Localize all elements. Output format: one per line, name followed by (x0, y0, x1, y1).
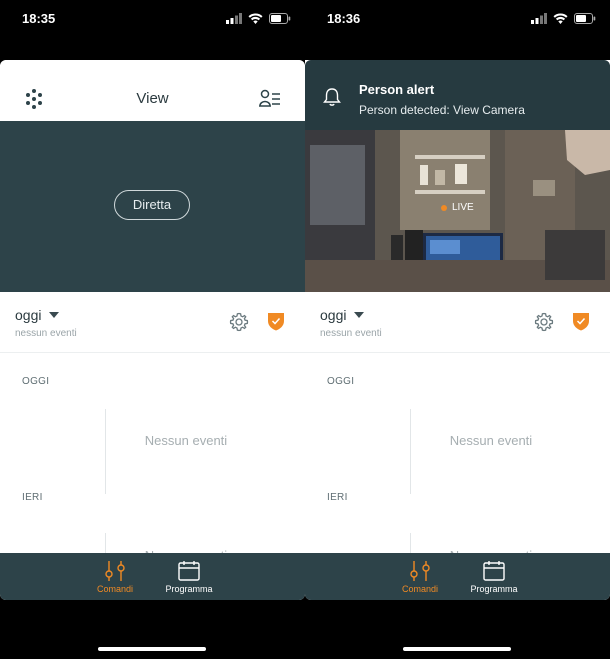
gear-icon[interactable] (534, 312, 554, 337)
signal-icon (531, 13, 547, 24)
calendar-icon (483, 561, 505, 581)
day-subtitle: nessun eventi (15, 328, 77, 339)
events-timeline: OGGI Nessun eventi IERI Nessun eventi (305, 353, 610, 563)
status-icons (531, 13, 596, 24)
live-badge: LIVE (441, 202, 474, 213)
app-window: Person alert Person detected: View Camer… (305, 60, 610, 600)
empty-events-text: Nessun eventi (144, 433, 228, 448)
tab-comandi[interactable]: Comandi (395, 560, 445, 594)
bell-icon (322, 87, 342, 112)
tab-bar: Comandi Programma (305, 553, 610, 600)
tab-label: Programma (165, 584, 213, 594)
empty-events-text: Nessun eventi (449, 433, 533, 448)
camera-feed[interactable]: LIVE (305, 130, 610, 292)
day-subtitle: nessun eventi (320, 328, 382, 339)
push-notification[interactable]: Person alert Person detected: View Camer… (305, 60, 610, 130)
signal-icon (226, 13, 242, 24)
status-bar: 18:36 (305, 0, 610, 40)
day-selector-row: oggi nessun eventi (305, 292, 610, 353)
day-dropdown[interactable]: oggi (15, 307, 60, 323)
status-time: 18:36 (327, 11, 361, 26)
battery-icon (269, 13, 291, 24)
live-dot-icon (441, 204, 447, 211)
battery-icon (574, 13, 596, 24)
home-indicator[interactable] (403, 647, 511, 651)
live-view-area: Diretta (0, 121, 305, 292)
sliders-icon (410, 561, 430, 581)
tab-label: Comandi (96, 584, 134, 594)
notification-body: Person detected: View Camera (359, 103, 525, 117)
home-indicator[interactable] (98, 647, 206, 651)
caret-down-icon (49, 312, 60, 318)
app-header: View (0, 60, 305, 121)
tab-programma[interactable]: Programma (463, 560, 525, 594)
timeline-divider (410, 409, 411, 494)
tab-label: Programma (470, 584, 518, 594)
app-window: View Diretta oggi nessun eventi OGGI Nes… (0, 60, 305, 600)
notification-title: Person alert (359, 82, 435, 97)
tab-bar: Comandi Programma (0, 553, 305, 600)
status-time: 18:35 (22, 11, 56, 26)
day-selector-row: oggi nessun eventi (0, 292, 305, 353)
status-icons (226, 13, 291, 24)
day-label: oggi (15, 307, 42, 323)
shield-check-icon[interactable] (267, 311, 285, 336)
status-bar: 18:35 (0, 0, 305, 40)
tab-label: Comandi (401, 584, 439, 594)
tab-comandi[interactable]: Comandi (90, 560, 140, 594)
day-dropdown[interactable]: oggi (320, 307, 365, 323)
timeline-day-label: OGGI (22, 376, 50, 387)
shield-check-icon[interactable] (572, 311, 590, 336)
day-label: oggi (320, 307, 347, 323)
sliders-icon (105, 561, 125, 581)
caret-down-icon (354, 312, 365, 318)
wifi-icon (248, 13, 263, 24)
live-button[interactable]: Diretta (114, 190, 190, 220)
timeline-day-label: IERI (22, 492, 43, 503)
phone-screen-left: 18:35 View Diretta oggi nessun eventi OG… (0, 0, 305, 659)
live-label: LIVE (452, 202, 474, 213)
timeline-day-label: OGGI (327, 376, 355, 387)
calendar-icon (178, 561, 200, 581)
gear-icon[interactable] (229, 312, 249, 337)
wifi-icon (553, 13, 568, 24)
events-timeline: OGGI Nessun eventi IERI Nessun eventi (0, 353, 305, 563)
timeline-day-label: IERI (327, 492, 348, 503)
tab-programma[interactable]: Programma (158, 560, 220, 594)
user-list-icon[interactable] (258, 89, 281, 112)
timeline-divider (105, 409, 106, 494)
phone-screen-right: 18:36 Person alert Person detected: View… (305, 0, 610, 659)
